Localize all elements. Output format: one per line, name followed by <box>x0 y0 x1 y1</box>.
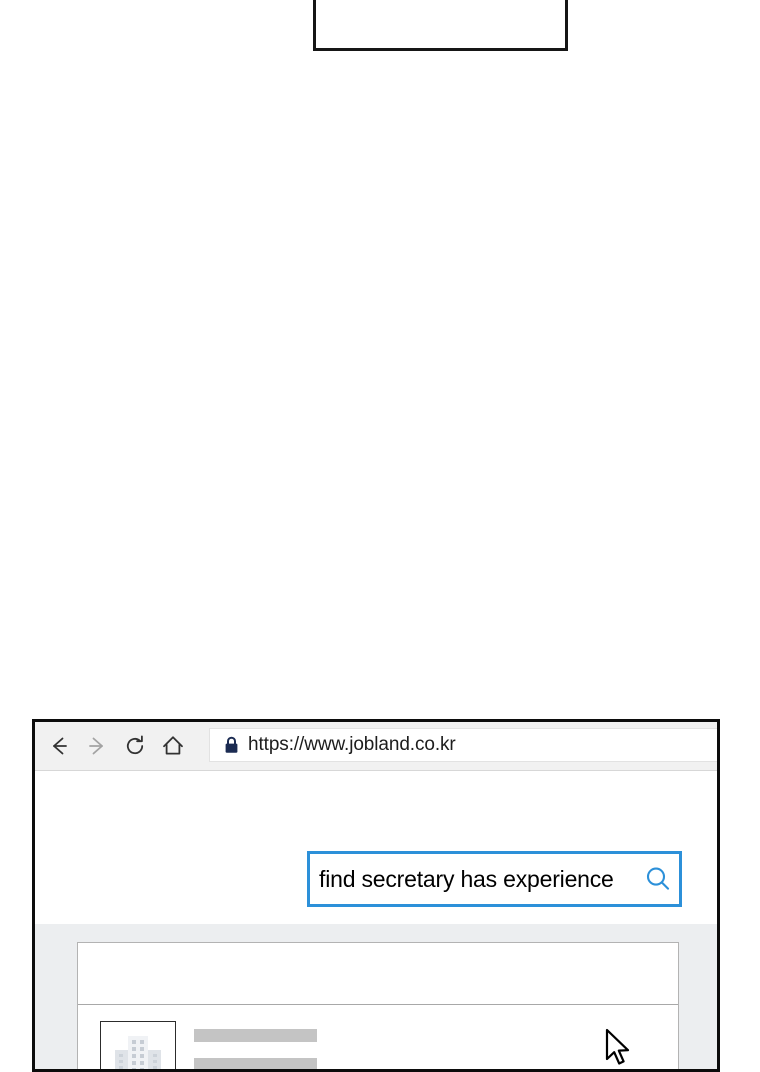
magnifier-icon[interactable] <box>637 864 679 894</box>
results-band <box>35 924 717 1069</box>
lock-icon <box>224 736 239 754</box>
office-building-icon <box>109 1028 167 1069</box>
forward-button[interactable] <box>78 726 116 766</box>
home-icon <box>160 733 186 759</box>
screenshot-root: https://www.jobland.co.kr find secretary… <box>0 0 760 1072</box>
results-card <box>77 942 679 1069</box>
address-bar[interactable]: https://www.jobland.co.kr <box>209 728 717 762</box>
placeholder-line <box>194 1058 317 1069</box>
reload-icon <box>122 733 148 759</box>
reload-button[interactable] <box>116 726 154 766</box>
arrow-right-icon <box>84 733 110 759</box>
address-bar-url: https://www.jobland.co.kr <box>248 734 456 755</box>
back-button[interactable] <box>40 726 78 766</box>
site-search-header: find secretary has experience <box>35 771 717 907</box>
placeholder-line <box>194 1029 317 1042</box>
result-placeholder-lines <box>176 1021 678 1069</box>
result-row[interactable] <box>78 1005 678 1069</box>
result-thumbnail <box>100 1021 176 1069</box>
browser-window: https://www.jobland.co.kr find secretary… <box>32 719 720 1072</box>
search-input[interactable]: find secretary has experience <box>310 866 637 893</box>
home-button[interactable] <box>154 726 192 766</box>
arrow-left-icon <box>46 733 72 759</box>
results-card-header <box>78 943 678 1005</box>
search-box[interactable]: find secretary has experience <box>307 851 682 907</box>
page-viewport: find secretary has experience <box>35 771 717 1069</box>
browser-toolbar: https://www.jobland.co.kr <box>35 722 717 771</box>
top-empty-box <box>313 0 568 51</box>
